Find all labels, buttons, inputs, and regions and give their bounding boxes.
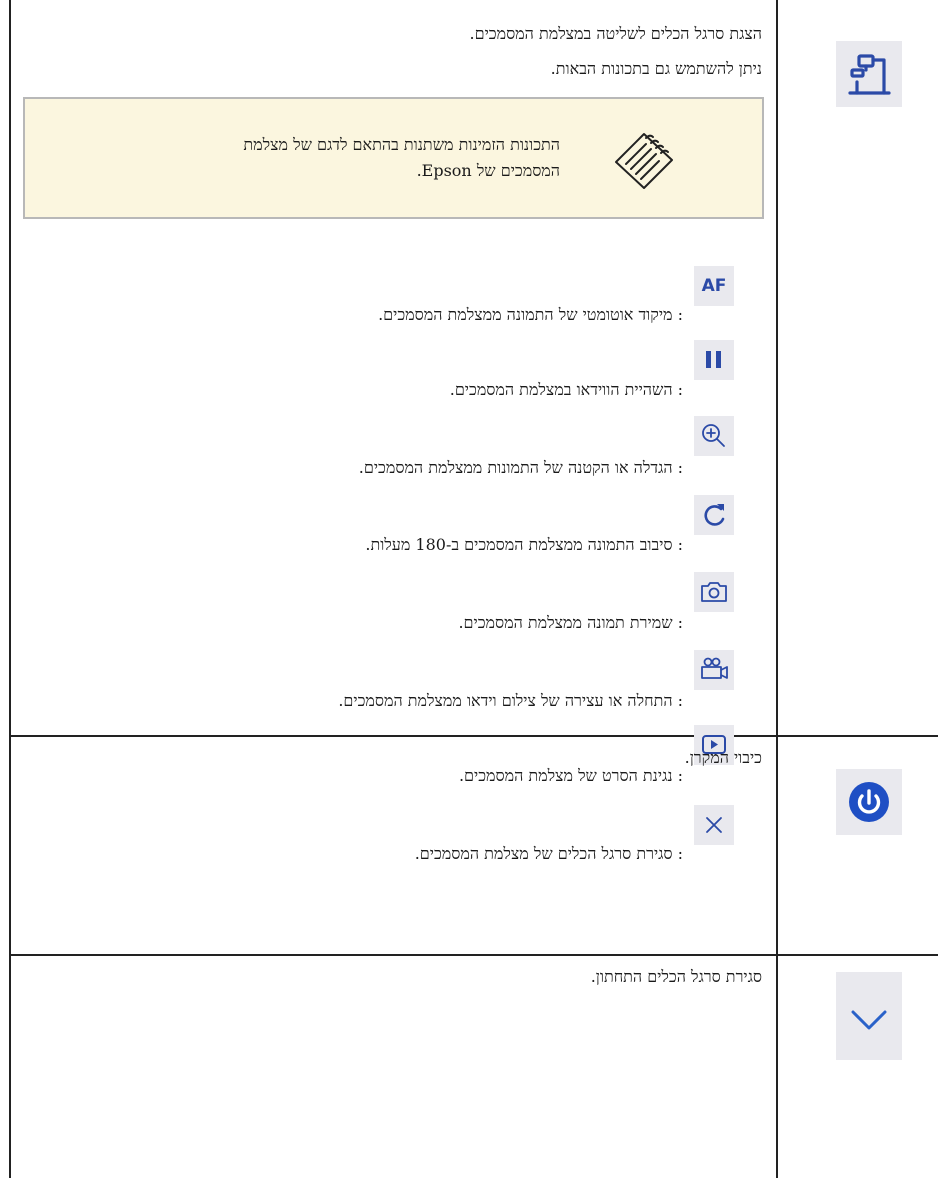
feature-play-text: : נגינת הסרט של מצלמת המסמכים. — [458, 766, 683, 785]
feature-rotate-text: : סיבוב התמונה ממצלמת המסמכים ב-180 מעלו… — [365, 535, 683, 554]
document-camera-icon — [836, 41, 902, 107]
note-box: התכונות הזמינות משתנות בהתאם לדגם של מצל… — [23, 97, 764, 219]
zoom-in-icon — [694, 416, 734, 456]
feature-autofocus-text: : מיקוד אוטומטי של התמונה ממצלמת המסמכים… — [378, 305, 683, 324]
feature-close-text: : סגירת סרגל הכלים של מצלמת המסמכים. — [414, 844, 683, 863]
power-icon — [836, 769, 902, 835]
chevron-down-icon — [836, 972, 902, 1060]
rotate-icon — [694, 495, 734, 535]
document-camera-description: הצגת סרגל הכלים לשליטה במצלמת המסמכים. — [469, 24, 763, 43]
feature-record-text: : התחלה או עצירה של צילום וידאו ממצלמת ה… — [338, 691, 683, 710]
pause-icon — [694, 340, 734, 380]
note-line-1: התכונות הזמינות משתנות בהתאם לדגם של מצל… — [243, 135, 560, 154]
note-line-2: המסמכים של Epson. — [416, 161, 560, 180]
note-pad-icon — [612, 130, 676, 190]
table-column-divider — [776, 0, 778, 1178]
autofocus-icon: AF — [694, 266, 734, 306]
autofocus-label: AF — [701, 276, 727, 296]
document-camera-extra-features: ניתן להשתמש גם בתכונות הבאות. — [550, 59, 762, 78]
camera-icon — [694, 572, 734, 612]
feature-snapshot-text: : שמירת תמונה ממצלמת המסמכים. — [458, 613, 683, 632]
row-divider-1 — [9, 735, 938, 737]
power-description: כיבוי המקרן. — [684, 748, 762, 767]
note-text: התכונות הזמינות משתנות בהתאם לדגם של מצל… — [100, 132, 560, 184]
feature-zoom-text: : הגדלה או הקטנה של התמונות ממצלמת המסמכ… — [358, 458, 683, 477]
video-record-icon — [694, 650, 734, 690]
row-divider-2 — [9, 954, 938, 956]
table-left-border — [9, 0, 11, 1178]
help-document: הצגת סרגל הכלים לשליטה במצלמת המסמכים. נ… — [0, 0, 938, 1178]
close-icon — [694, 805, 734, 845]
close-toolbar-description: סגירת סרגל הכלים התחתון. — [590, 967, 762, 986]
feature-pause-text: : השהיית הווידאו במצלמת המסמכים. — [449, 380, 683, 399]
